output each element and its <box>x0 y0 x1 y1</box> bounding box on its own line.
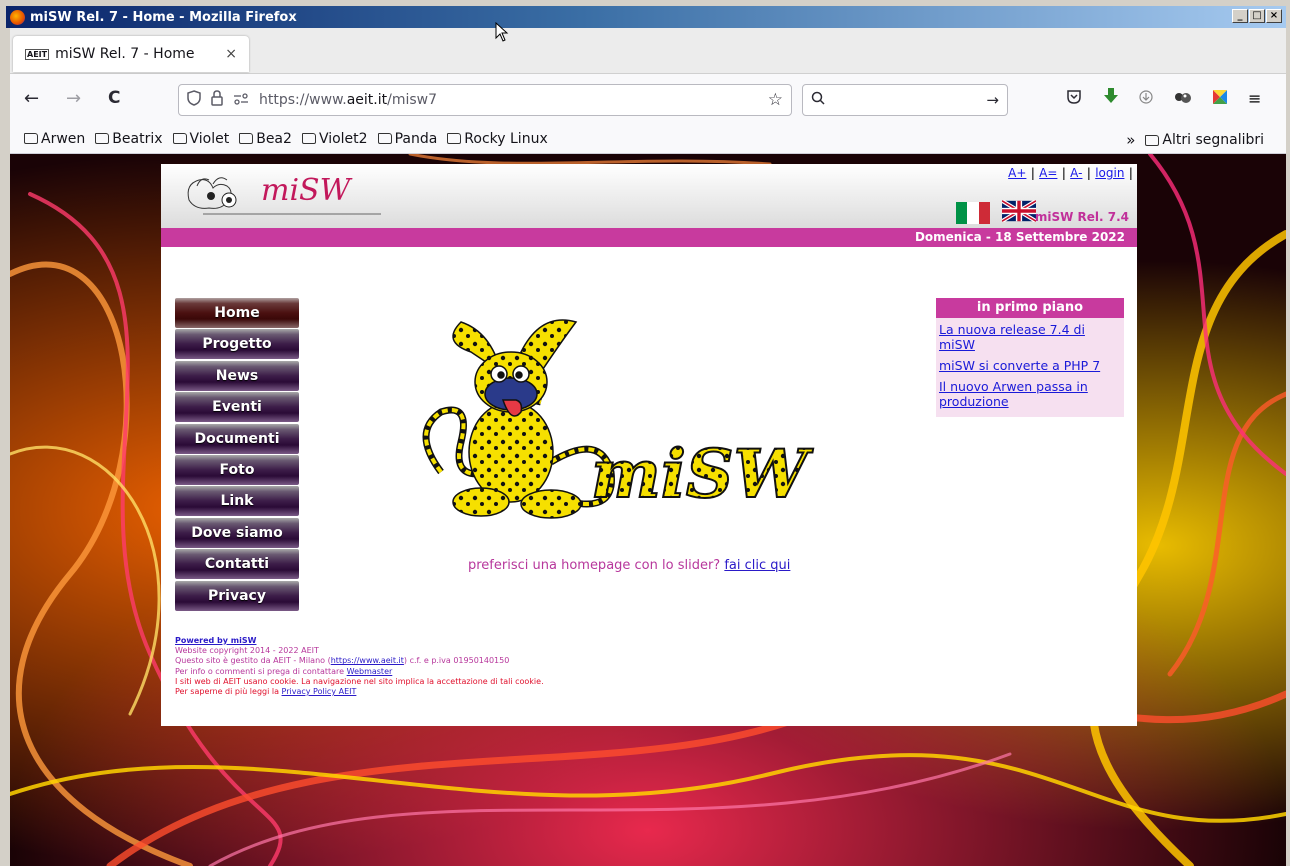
featured-link-release[interactable]: La nuova release 7.4 di miSW <box>939 322 1120 352</box>
menu-hamburger-icon[interactable]: ≡ <box>1248 89 1261 108</box>
window-title: miSW Rel. 7 - Home - Mozilla Firefox <box>30 9 297 25</box>
colorful-extension-icon[interactable] <box>1210 87 1230 111</box>
menu-item-privacy[interactable]: Privacy <box>175 580 299 611</box>
menu-item-progetto[interactable]: Progetto <box>175 329 299 360</box>
search-go-button[interactable]: → <box>986 91 999 109</box>
italian-flag-icon[interactable] <box>956 202 990 224</box>
webmaster-link[interactable]: Webmaster <box>347 667 393 676</box>
featured-title: in primo piano <box>936 298 1124 318</box>
font-increase-link[interactable]: A+ <box>1008 166 1026 180</box>
menu-item-news[interactable]: News <box>175 360 299 391</box>
window-titlebar[interactable]: miSW Rel. 7 - Home - Mozilla Firefox _ □… <box>6 6 1286 28</box>
mascot-text: miSW <box>591 435 814 513</box>
site-page: miSW A+ | A= | A- | login | miSW Rel. 7.… <box>161 164 1137 726</box>
featured-link-php7[interactable]: miSW si converte a PHP 7 <box>939 358 1120 373</box>
menu-item-home[interactable]: Home <box>175 298 299 328</box>
copyright-text: Website copyright 2014 - 2022 AEIT <box>175 646 319 656</box>
forward-button[interactable]: → <box>66 88 81 109</box>
url-text[interactable]: https://www.aeit.it/misw7 <box>259 92 437 108</box>
cookie-notice: I siti web di AEIT usano cookie. La navi… <box>175 676 544 686</box>
folder-icon <box>172 133 187 144</box>
site-header: miSW A+ | A= | A- | login | miSW Rel. 7.… <box>161 164 1137 228</box>
contact-text: Per info o commenti si prega di contatta… <box>175 666 393 676</box>
aeit-favicon-icon: AEIT <box>25 48 50 60</box>
menu-item-link[interactable]: Link <box>175 486 299 517</box>
bookmark-star-icon[interactable]: ☆ <box>768 90 783 110</box>
folder-icon <box>377 133 392 144</box>
navigation-toolbar: ← → C https://www.aeit.it/misw7 ☆ → ≡ <box>10 74 1286 124</box>
release-label: miSW Rel. 7.4 <box>1034 210 1129 224</box>
menu-item-eventi[interactable]: Eventi <box>175 392 299 423</box>
featured-list: La nuova release 7.4 di miSW miSW si con… <box>936 318 1124 417</box>
bookmarks-right: » Altri segnalibri <box>1126 131 1274 149</box>
window-controls: _ □ × <box>1232 9 1282 23</box>
tracking-shield-icon[interactable] <box>187 90 201 110</box>
current-date: Domenica - 18 Settembre 2022 <box>914 230 1125 244</box>
bookmark-folder-violet2[interactable]: Violet2 <box>301 131 368 147</box>
folder-icon <box>447 133 462 144</box>
tab-title: miSW Rel. 7 - Home <box>55 46 195 62</box>
lock-icon[interactable] <box>211 90 223 110</box>
pocket-icon[interactable] <box>1066 89 1082 109</box>
bookmark-folder-other[interactable]: Altri segnalibri <box>1145 132 1264 148</box>
bookmarks-overflow-button[interactable]: » <box>1126 131 1135 149</box>
reload-button[interactable]: C <box>108 88 120 108</box>
folder-icon <box>1145 134 1160 146</box>
search-bar[interactable]: → <box>802 84 1008 116</box>
mascot-image: miSW <box>401 312 841 536</box>
tab-close-icon[interactable]: × <box>225 46 237 62</box>
bookmark-folder-arwen[interactable]: Arwen <box>24 131 85 147</box>
url-bar[interactable]: https://www.aeit.it/misw7 ☆ <box>178 84 792 116</box>
date-bar: Domenica - 18 Settembre 2022 <box>161 228 1137 247</box>
close-window-button[interactable]: × <box>1266 9 1282 23</box>
extension-icon[interactable] <box>1174 89 1192 109</box>
download-arrow-icon[interactable] <box>1102 87 1120 109</box>
bookmark-folder-violet[interactable]: Violet <box>172 131 229 147</box>
accessibility-links: A+ | A= | A- | login | <box>1008 166 1133 180</box>
logo-text: miSW <box>261 173 353 208</box>
permissions-icon[interactable] <box>233 91 249 109</box>
back-button[interactable]: ← <box>24 88 39 109</box>
aeit-site-link[interactable]: https://www.aeit.it <box>331 656 404 665</box>
font-reset-link[interactable]: A= <box>1039 166 1057 180</box>
folder-icon <box>301 133 316 144</box>
featured-box: in primo piano La nuova release 7.4 di m… <box>936 298 1124 417</box>
bookmarks-toolbar: Arwen Beatrix Violet Bea2 Violet2 Panda … <box>10 124 1286 154</box>
search-icon <box>811 91 825 109</box>
bookmark-folder-rocky-linux[interactable]: Rocky Linux <box>447 131 548 147</box>
site-footer: Powered by miSW Website copyright 2014 -… <box>175 636 544 697</box>
menu-item-contatti[interactable]: Contatti <box>175 549 299 580</box>
bookmark-folder-panda[interactable]: Panda <box>377 131 437 147</box>
tab-active[interactable]: AEIT miSW Rel. 7 - Home × <box>13 36 249 72</box>
bookmark-folder-beatrix[interactable]: Beatrix <box>95 131 163 147</box>
firefox-icon <box>10 9 25 25</box>
managed-by-text: Questo sito è gestito da AEIT - Milano (… <box>175 656 510 666</box>
featured-link-arwen[interactable]: Il nuovo Arwen passa in produzione <box>939 379 1120 409</box>
folder-icon <box>24 133 38 144</box>
privacy-text: Per saperne di più leggi la Privacy Poli… <box>175 687 357 697</box>
downloads-icon[interactable] <box>1138 89 1154 109</box>
slider-prompt: preferisci una homepage con lo slider? f… <box>468 558 791 573</box>
maximize-button[interactable]: □ <box>1249 9 1265 23</box>
menu-item-dove-siamo[interactable]: Dove siamo <box>175 517 299 548</box>
folder-icon <box>239 133 254 144</box>
uk-flag-icon[interactable] <box>1002 200 1036 222</box>
mouse-cursor-icon <box>495 22 509 42</box>
slider-link[interactable]: fai clic qui <box>724 558 790 573</box>
folder-icon <box>95 133 110 144</box>
powered-by-link[interactable]: Powered by miSW <box>175 636 544 646</box>
menu-item-documenti[interactable]: Documenti <box>175 423 299 454</box>
minimize-button[interactable]: _ <box>1232 9 1248 23</box>
site-logo[interactable]: miSW <box>183 170 383 220</box>
login-link[interactable]: login <box>1095 166 1124 180</box>
privacy-policy-link[interactable]: Privacy Policy AEIT <box>282 687 357 696</box>
font-decrease-link[interactable]: A- <box>1070 166 1082 180</box>
main-menu: Home Progetto News Eventi Documenti Foto… <box>175 298 299 612</box>
bookmark-folder-bea2[interactable]: Bea2 <box>239 131 292 147</box>
menu-item-foto[interactable]: Foto <box>175 454 299 485</box>
tab-strip: AEIT miSW Rel. 7 - Home × <box>10 28 1286 74</box>
page-viewport[interactable]: miSW A+ | A= | A- | login | miSW Rel. 7.… <box>10 154 1286 866</box>
